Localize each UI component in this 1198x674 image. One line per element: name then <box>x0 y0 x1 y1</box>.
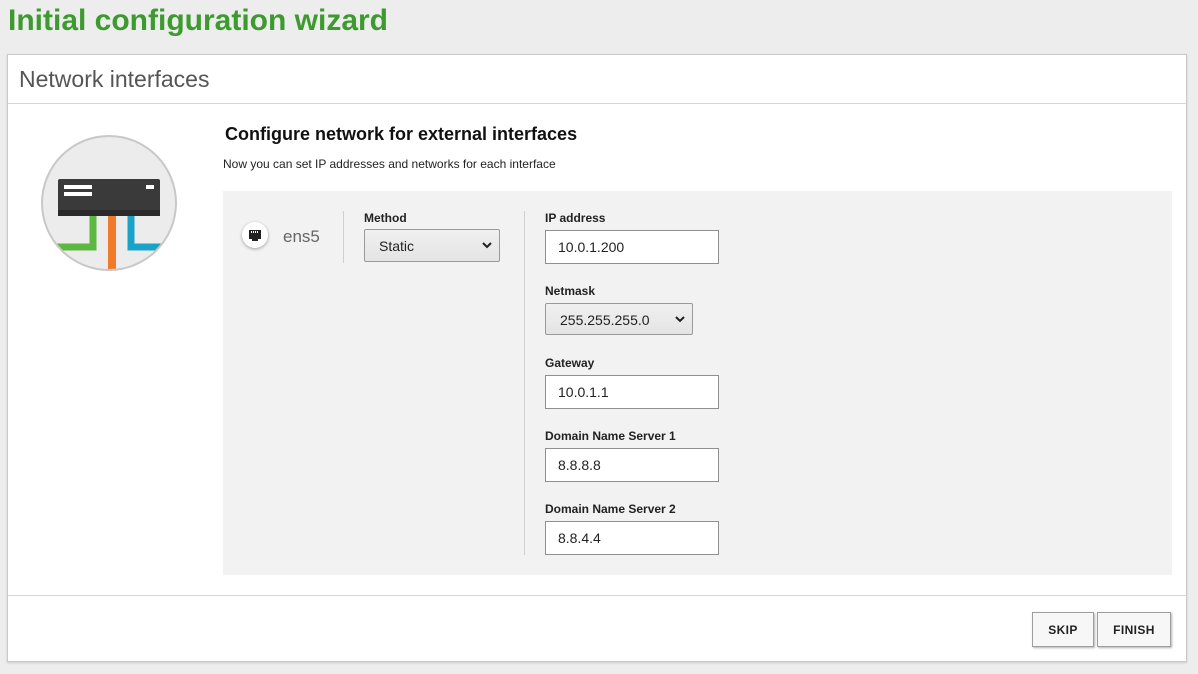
dns1-input[interactable] <box>545 448 719 482</box>
footer-divider <box>8 595 1186 596</box>
interface-config-box: ens5 Method Static IP address Netmask 25… <box>223 191 1172 575</box>
dns1-label: Domain Name Server 1 <box>545 429 676 443</box>
gateway-label: Gateway <box>545 356 595 370</box>
wizard-panel: Network interfaces Configure network for… <box>7 54 1187 662</box>
divider <box>343 211 344 263</box>
method-select-value: Static <box>379 238 415 254</box>
method-label: Method <box>364 211 407 225</box>
skip-button[interactable]: SKIP <box>1032 612 1094 647</box>
page-title: Initial configuration wizard <box>8 4 389 37</box>
section-title: Configure network for external interface… <box>225 124 578 144</box>
dns2-input[interactable] <box>545 521 719 555</box>
chevron-down-icon <box>675 316 685 323</box>
netmask-select-value: 255.255.255.0 <box>560 312 650 328</box>
netmask-select[interactable]: 255.255.255.0 <box>545 303 693 335</box>
network-device-icon <box>41 135 177 271</box>
ip-address-label: IP address <box>545 211 606 225</box>
gateway-input[interactable] <box>545 375 719 409</box>
panel-title: Network interfaces <box>19 66 210 92</box>
section-description: Now you can set IP addresses and network… <box>223 157 556 171</box>
interface-name: ens5 <box>283 227 320 246</box>
dns2-label: Domain Name Server 2 <box>545 502 676 516</box>
ethernet-port-icon <box>242 222 268 248</box>
netmask-label: Netmask <box>545 284 596 298</box>
chevron-down-icon <box>482 242 492 249</box>
finish-button[interactable]: FINISH <box>1097 612 1171 647</box>
ip-address-input[interactable] <box>545 230 719 264</box>
divider <box>524 211 525 555</box>
panel-header: Network interfaces <box>8 55 1186 104</box>
method-select[interactable]: Static <box>364 229 500 262</box>
